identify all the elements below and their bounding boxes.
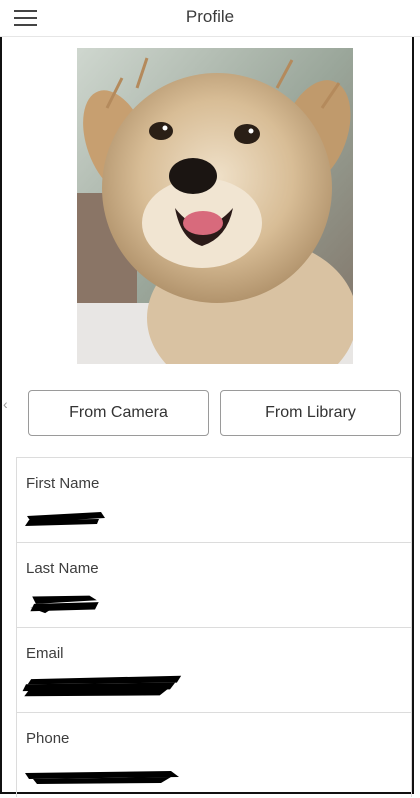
redacted-email bbox=[22, 675, 182, 697]
first-name-label: First Name bbox=[26, 475, 100, 492]
last-name-field[interactable]: Last Name bbox=[17, 543, 411, 628]
redacted-first-name bbox=[25, 512, 105, 526]
email-field[interactable]: Email bbox=[17, 628, 411, 713]
chevron-left-icon: ‹ bbox=[3, 396, 8, 412]
redacted-phone bbox=[25, 771, 179, 784]
email-label: Email bbox=[26, 645, 64, 662]
phone-field[interactable]: Phone bbox=[17, 713, 411, 798]
profile-photo bbox=[77, 48, 353, 364]
phone-label: Phone bbox=[26, 730, 70, 747]
from-library-button[interactable]: From Library bbox=[220, 390, 401, 436]
from-camera-button[interactable]: From Camera bbox=[28, 390, 209, 436]
last-name-label: Last Name bbox=[26, 560, 99, 577]
redacted-last-name bbox=[30, 595, 99, 614]
first-name-field[interactable]: First Name bbox=[17, 458, 411, 543]
nav-header: Profile bbox=[0, 0, 420, 37]
profile-form: First Name Last Name Email Phone bbox=[16, 457, 412, 797]
page-title: Profile bbox=[185, 7, 235, 26]
